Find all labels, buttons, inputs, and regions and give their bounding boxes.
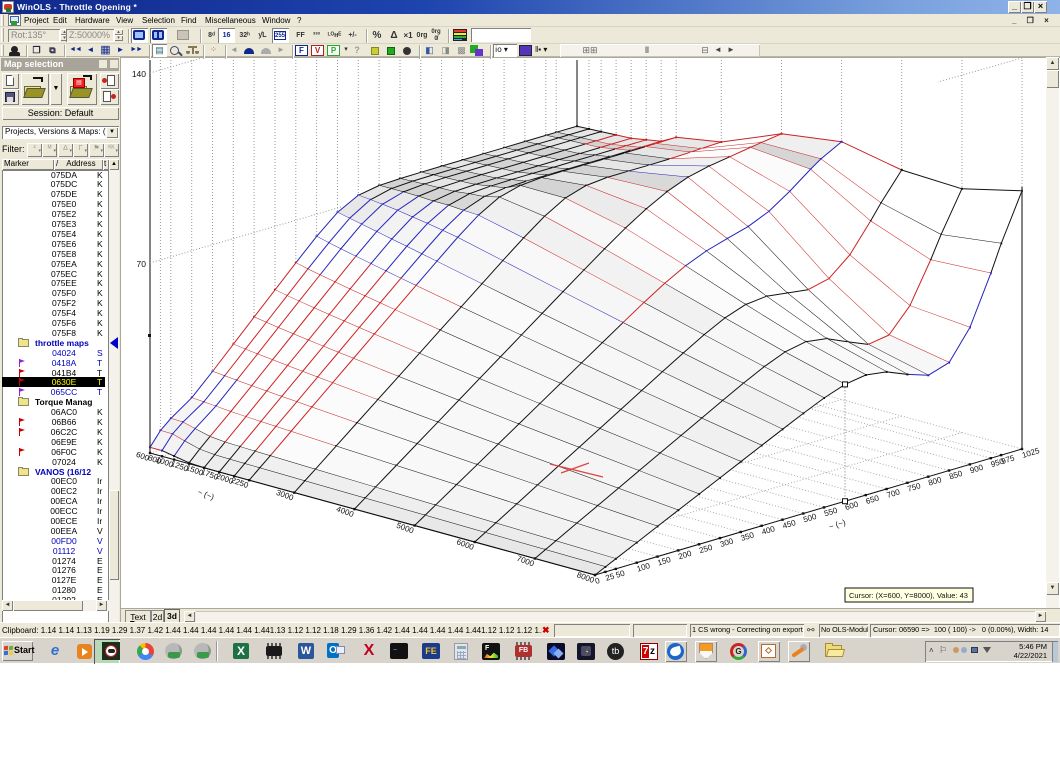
svg-text:140: 140	[132, 69, 146, 79]
svg-text:70: 70	[137, 259, 147, 269]
svg-text:Cursor: (X=600, Y=8000), Value: Cursor: (X=600, Y=8000), Value: 43	[849, 591, 968, 600]
